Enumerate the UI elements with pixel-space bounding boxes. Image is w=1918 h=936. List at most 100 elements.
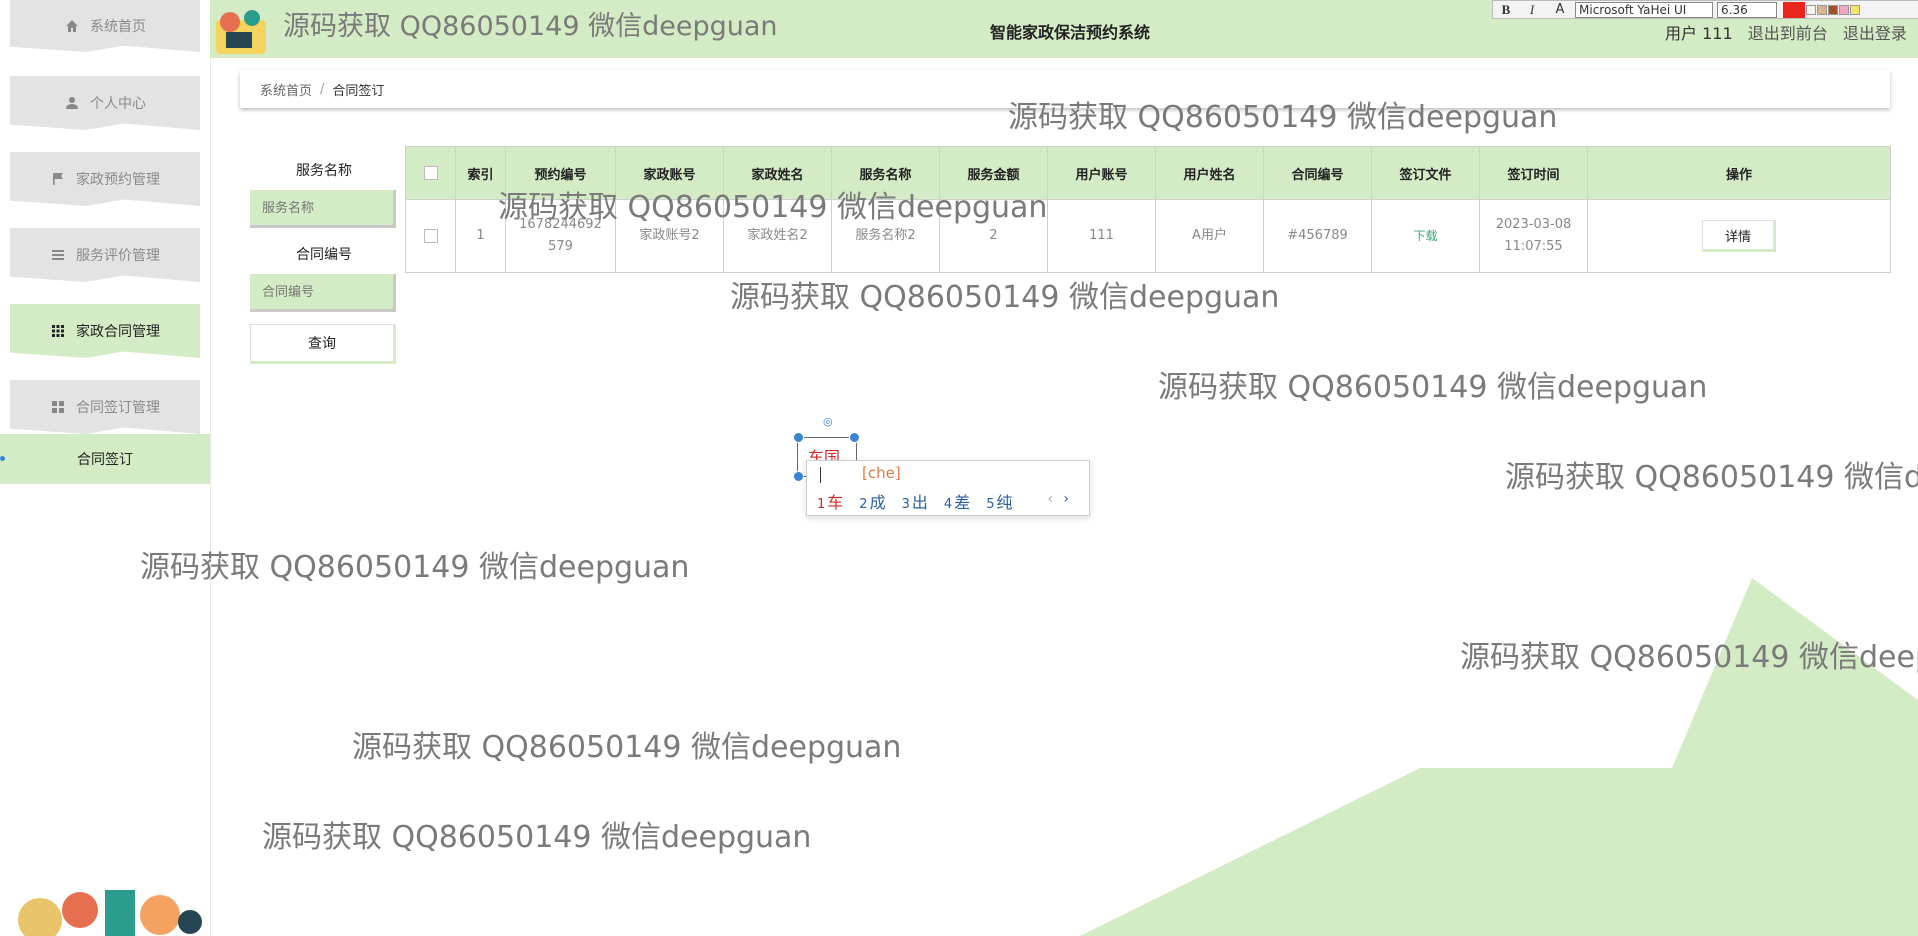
resize-handle[interactable] xyxy=(849,432,860,443)
time-line: 11:07:55 xyxy=(1504,239,1563,254)
ime-page-nav: ‹ › xyxy=(1047,491,1069,507)
rotate-handle-icon[interactable]: ◎ xyxy=(823,415,833,428)
row-checkbox[interactable] xyxy=(423,228,438,243)
column-header: 合同编号 xyxy=(1263,146,1372,200)
select-all-checkbox[interactable] xyxy=(423,166,438,180)
service-name-label: 服务名称 xyxy=(296,163,352,179)
cell-time: 2023-03-08 11:07:55 xyxy=(1479,199,1588,273)
candidate-number: 1 xyxy=(817,497,826,512)
ime-next-icon[interactable]: › xyxy=(1063,491,1069,507)
column-header: 签订文件 xyxy=(1371,146,1480,200)
ime-candidate[interactable]: 5纯 xyxy=(986,489,1012,513)
user-label: 用户 111 xyxy=(1665,24,1733,43)
logo-image xyxy=(216,10,266,54)
font-style-button[interactable]: A xyxy=(1545,2,1575,17)
apps-icon xyxy=(50,399,66,415)
ime-candidate[interactable]: 1车 xyxy=(817,489,843,513)
sidebar-item-label: 合同签订管理 xyxy=(76,400,160,416)
sidebar-item-review[interactable]: 服务评价管理 xyxy=(10,228,200,282)
italic-button[interactable]: I xyxy=(1519,2,1545,18)
resize-handle[interactable] xyxy=(793,432,804,443)
candidate-char: 纯 xyxy=(996,493,1013,512)
cell-index: 1 xyxy=(455,199,506,273)
breadcrumb-current: 合同签订 xyxy=(332,83,385,99)
color-swatch[interactable] xyxy=(1817,4,1827,15)
sidebar-subitem-contract-sign[interactable]: 合同签订 xyxy=(0,434,210,484)
candidate-number: 4 xyxy=(943,497,953,512)
cell-contract-no: #456789 xyxy=(1263,199,1372,273)
query-button[interactable]: 查询 xyxy=(250,324,396,364)
cell-service: 服务名称2 xyxy=(831,199,940,273)
sidebar-item-booking[interactable]: 家政预约管理 xyxy=(10,152,200,206)
ime-pinyin: [che] xyxy=(862,464,901,482)
detail-button[interactable]: 详情 xyxy=(1702,220,1776,252)
logout-link[interactable]: 退出登录 xyxy=(1843,24,1907,43)
table-row: 1 1678244692 579 家政账号2 家政姓名2 服务名称2 2 111… xyxy=(405,199,1891,273)
font-select[interactable]: Microsoft YaHei UI xyxy=(1575,1,1713,18)
contract-no-input[interactable] xyxy=(250,274,396,312)
ime-candidate[interactable]: 3出 xyxy=(902,489,928,513)
sidebar-item-label: 系统首页 xyxy=(90,19,146,35)
column-header: 预约编号 xyxy=(505,146,616,200)
table-header-row: 索引 预约编号 家政账号 家政姓名 服务名称 服务金额 用户账号 用户姓名 合同… xyxy=(405,146,1891,200)
booking-no-line: 1678244692 xyxy=(519,217,602,232)
service-name-input[interactable] xyxy=(250,190,396,228)
column-header: 服务金额 xyxy=(939,146,1048,200)
cell-name: 家政姓名2 xyxy=(723,199,832,273)
column-header: 服务名称 xyxy=(831,146,940,200)
sidebar-item-contract-sign[interactable]: 合同签订管理 xyxy=(10,380,200,434)
sidebar-item-label: 家政合同管理 xyxy=(76,324,160,340)
candidate-char: 出 xyxy=(911,493,928,512)
ime-candidate[interactable]: 4差 xyxy=(944,489,970,513)
sidebar-item-personal-center[interactable]: 个人中心 xyxy=(10,76,200,130)
list-icon xyxy=(50,247,66,263)
cell-account: 家政账号2 xyxy=(615,199,724,273)
cell-action: 详情 xyxy=(1587,199,1891,273)
column-header: 操作 xyxy=(1587,146,1891,200)
candidate-number: 2 xyxy=(859,497,868,512)
sidebar-item-home[interactable]: 系统首页 xyxy=(10,0,200,52)
color-swatch[interactable] xyxy=(1850,4,1860,15)
sidebar: 系统首页 个人中心 家政预约管理 服务评价管理 家政合同管理 合同签订管理 合同… xyxy=(0,0,211,936)
column-header: 签订时间 xyxy=(1479,146,1588,200)
breadcrumb: 系统首页 / 合同签订 xyxy=(240,70,1890,108)
select-all-header[interactable] xyxy=(405,146,456,200)
breadcrumb-home[interactable]: 系统首页 xyxy=(260,80,312,99)
ime-candidate-list: 1车 2成 3出 4差 5纯 xyxy=(817,489,1028,513)
bold-button[interactable]: B xyxy=(1493,2,1519,18)
candidate-number: 5 xyxy=(986,497,995,512)
sidebar-item-contract[interactable]: 家政合同管理 xyxy=(10,304,200,358)
rich-text-toolbar: B I A Microsoft YaHei UI 6.36 xyxy=(1492,0,1918,19)
cell-user-name: A用户 xyxy=(1155,199,1264,273)
cell-user-account: 111 xyxy=(1047,199,1156,273)
time-line: 2023-03-08 xyxy=(1495,217,1572,232)
ime-prev-icon[interactable]: ‹ xyxy=(1047,491,1053,507)
candidate-char: 车 xyxy=(827,493,844,512)
grid-icon xyxy=(50,323,66,339)
flag-icon xyxy=(50,171,66,187)
color-swatch[interactable] xyxy=(1839,4,1849,15)
column-header: 索引 xyxy=(455,146,506,200)
color-swatch-red[interactable] xyxy=(1783,1,1805,18)
font-size-select[interactable]: 6.36 xyxy=(1717,1,1777,18)
row-select-cell[interactable] xyxy=(405,199,456,273)
resize-handle[interactable] xyxy=(793,471,804,482)
back-to-front-link[interactable]: 退出到前台 xyxy=(1748,24,1828,43)
candidate-char: 成 xyxy=(869,493,886,512)
ime-candidate-popup: [che] 1车 2成 3出 4差 5纯 ‹ › xyxy=(806,460,1090,516)
sidebar-item-label: 家政预约管理 xyxy=(76,172,160,188)
text-caret xyxy=(820,467,821,483)
user-area: 用户 111 退出到前台 退出登录 xyxy=(1665,20,1917,44)
abc-illustration xyxy=(18,890,202,936)
cell-booking-no: 1678244692 579 xyxy=(505,199,616,273)
column-header: 家政账号 xyxy=(615,146,724,200)
cell-amount: 2 xyxy=(939,199,1048,273)
candidate-char: 差 xyxy=(954,493,971,512)
breadcrumb-separator: / xyxy=(320,81,325,97)
column-header: 用户账号 xyxy=(1047,146,1156,200)
ime-candidate[interactable]: 2成 xyxy=(859,489,885,513)
color-swatch[interactable] xyxy=(1806,4,1816,15)
download-link[interactable]: 下载 xyxy=(1413,229,1437,243)
color-swatch[interactable] xyxy=(1828,4,1838,15)
home-icon xyxy=(64,18,80,34)
